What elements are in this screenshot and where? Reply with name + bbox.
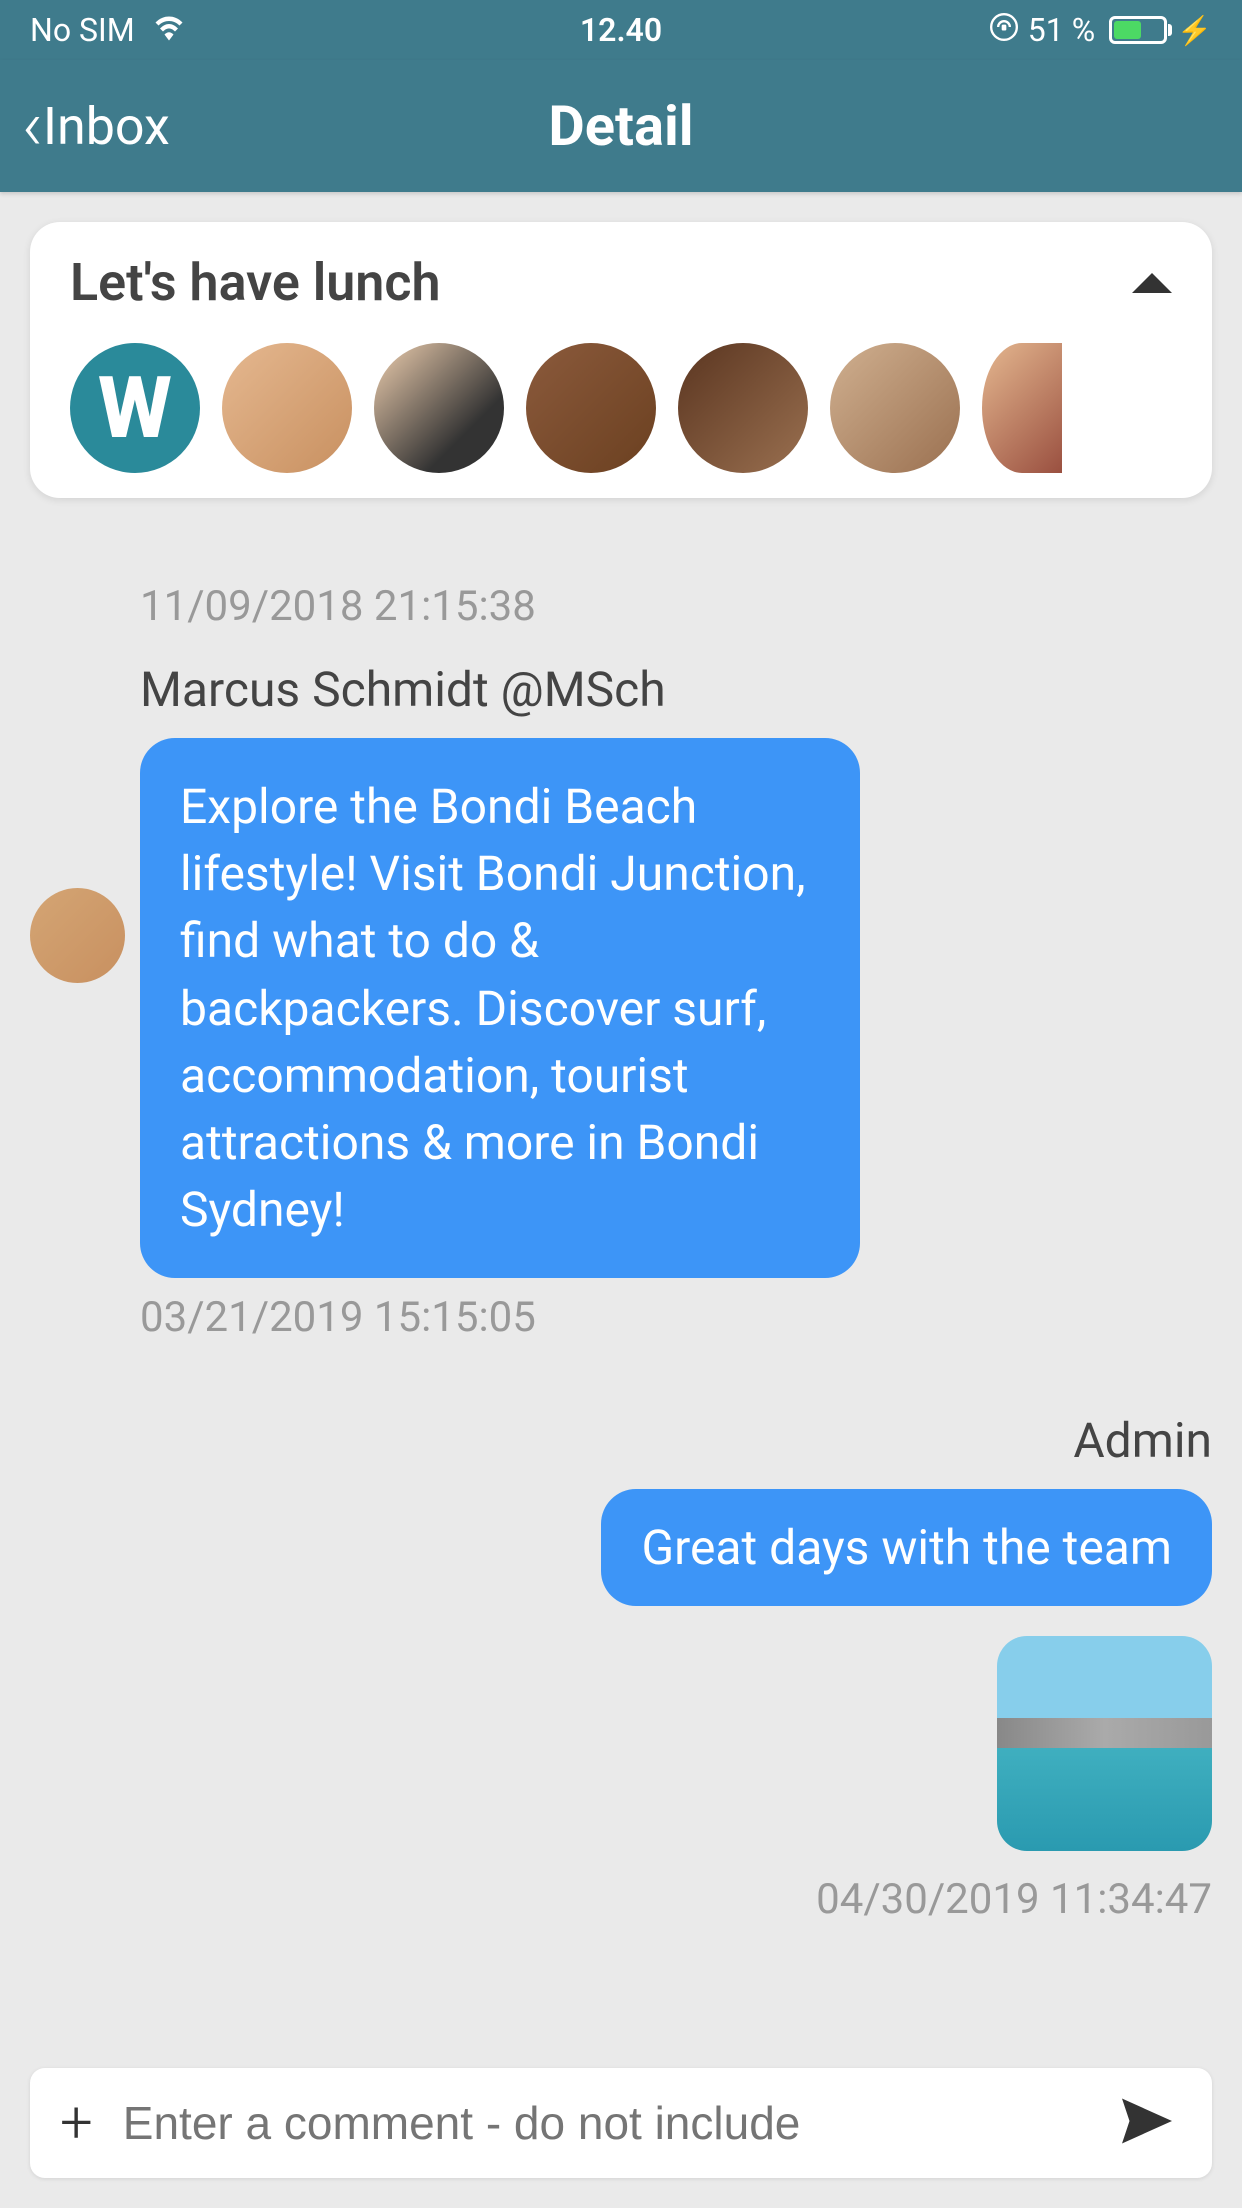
sender-avatar[interactable] — [30, 888, 125, 983]
message-timestamp: 04/30/2019 11:34:47 — [0, 1875, 1242, 1924]
page-title: Detail — [548, 93, 693, 159]
back-button[interactable]: ‹ Inbox — [0, 85, 170, 167]
avatar[interactable]: W — [70, 343, 200, 473]
participant-avatars[interactable]: W — [70, 343, 1172, 473]
orientation-lock-icon — [990, 11, 1018, 49]
chevron-left-icon: ‹ — [22, 85, 43, 167]
message-sender: Admin — [0, 1412, 1242, 1469]
charging-icon: ⚡ — [1177, 14, 1212, 47]
avatar[interactable] — [222, 343, 352, 473]
status-bar: No SIM 12.40 51 % ⚡ — [0, 0, 1242, 60]
message-timestamp: 11/09/2018 21:15:38 — [140, 582, 1242, 631]
battery-icon — [1109, 16, 1167, 44]
clock: 12.40 — [580, 11, 662, 49]
send-button[interactable] — [1112, 2091, 1182, 2155]
thread-title: Let's have lunch — [70, 252, 440, 313]
message-image-attachment[interactable] — [997, 1636, 1212, 1851]
wifi-icon — [151, 11, 187, 49]
thread-header: Let's have lunch W — [30, 222, 1212, 498]
comment-input[interactable] — [123, 2096, 1092, 2150]
back-label: Inbox — [43, 96, 170, 157]
content-area: Let's have lunch W 11/09/2018 21:15:38 M… — [0, 192, 1242, 2208]
carrier: No SIM — [30, 11, 135, 49]
avatar[interactable] — [982, 343, 1062, 473]
message-row: Explore the Bondi Beach lifestyle! Visit… — [0, 738, 1242, 1278]
message-timestamp: 03/21/2019 15:15:05 — [140, 1293, 1242, 1342]
battery-percent: 51 % — [1028, 11, 1095, 49]
message-sender: Marcus Schmidt @MSch — [140, 661, 1242, 718]
collapse-icon[interactable] — [1132, 273, 1172, 293]
avatar[interactable] — [830, 343, 960, 473]
avatar[interactable] — [678, 343, 808, 473]
nav-bar: ‹ Inbox Detail — [0, 60, 1242, 192]
message-bubble[interactable]: Great days with the team — [601, 1489, 1212, 1606]
avatar[interactable] — [526, 343, 656, 473]
add-attachment-button[interactable]: + — [60, 2089, 93, 2157]
message-bubble[interactable]: Explore the Bondi Beach lifestyle! Visit… — [140, 738, 860, 1278]
composer: + — [0, 2048, 1242, 2208]
avatar[interactable] — [374, 343, 504, 473]
